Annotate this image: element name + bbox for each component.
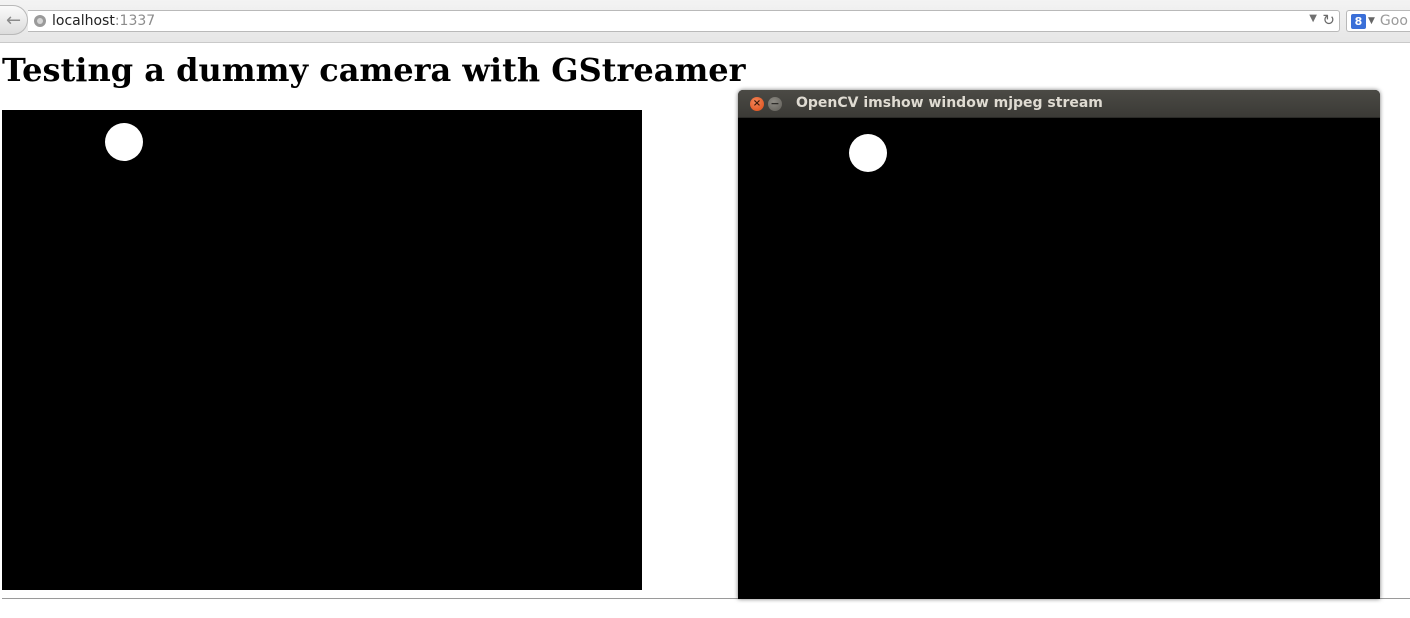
- site-identity-icon[interactable]: [34, 15, 46, 27]
- close-icon[interactable]: ×: [750, 97, 764, 111]
- url-bar[interactable]: localhost:1337 ▼ ↻: [28, 10, 1340, 32]
- mjpeg-stream-image: [2, 110, 642, 590]
- dropdown-arrow-icon[interactable]: ▼: [1309, 13, 1317, 24]
- search-engine-dropdown-icon[interactable]: ▼: [1368, 16, 1375, 26]
- google-icon[interactable]: 8: [1351, 13, 1366, 29]
- back-button[interactable]: ←: [0, 5, 28, 35]
- minimize-icon[interactable]: −: [768, 97, 782, 111]
- moving-dot: [105, 123, 143, 161]
- imshow-canvas: [738, 118, 1380, 599]
- search-input[interactable]: Goo: [1380, 13, 1408, 29]
- moving-dot: [849, 134, 887, 172]
- window-title: OpenCV imshow window mjpeg stream: [796, 95, 1103, 111]
- url-host: localhost: [52, 13, 115, 29]
- opencv-window: × − OpenCV imshow window mjpeg stream: [738, 90, 1380, 599]
- search-bar[interactable]: 8 ▼ Goo: [1346, 10, 1410, 32]
- browser-toolbar: ← localhost:1337 ▼ ↻ 8 ▼ Goo: [0, 0, 1410, 43]
- url-text[interactable]: localhost:1337: [52, 13, 155, 29]
- reload-icon[interactable]: ↻: [1322, 11, 1335, 29]
- screen: ← localhost:1337 ▼ ↻ 8 ▼ Goo Testing a d…: [0, 0, 1410, 618]
- back-arrow-icon: ←: [5, 9, 22, 31]
- window-titlebar[interactable]: × − OpenCV imshow window mjpeg stream: [738, 90, 1380, 118]
- page-title: Testing a dummy camera with GStreamer: [2, 51, 746, 89]
- url-port: :1337: [114, 13, 156, 29]
